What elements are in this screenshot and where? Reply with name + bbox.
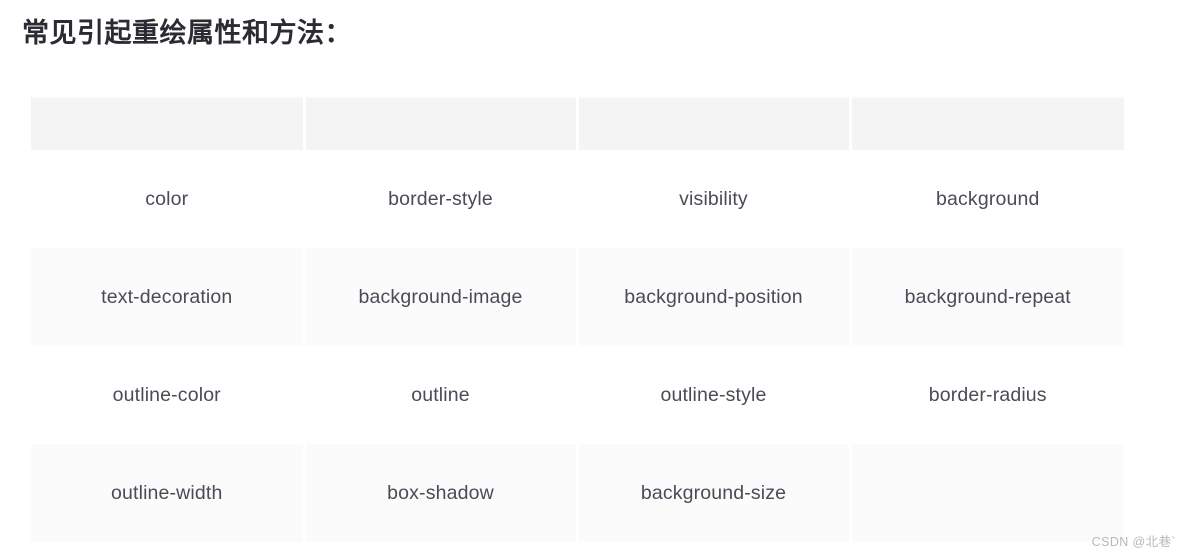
- table-cell: text-decoration: [31, 248, 306, 346]
- repaint-properties-table: color border-style visibility background…: [31, 96, 1124, 542]
- table-cell: [850, 444, 1124, 542]
- table-cell: outline-color: [31, 346, 306, 444]
- table-body: color border-style visibility background…: [31, 150, 1124, 542]
- table-cell: border-style: [304, 150, 579, 248]
- table-cell: outline: [304, 346, 579, 444]
- table-cell: outline-style: [577, 346, 852, 444]
- table-cell: background: [850, 150, 1124, 248]
- table-cell: box-shadow: [304, 444, 579, 542]
- column-header-1: [31, 96, 306, 150]
- column-header-4: [850, 96, 1124, 150]
- page-root: 常见引起重绘属性和方法： color border-style visibili…: [0, 0, 1184, 554]
- table-cell: background-repeat: [850, 248, 1124, 346]
- table-row: text-decoration background-image backgro…: [31, 248, 1124, 346]
- table-header: [31, 96, 1124, 150]
- table-row: color border-style visibility background: [31, 150, 1124, 248]
- table-cell: visibility: [577, 150, 852, 248]
- table-row: outline-color outline outline-style bord…: [31, 346, 1124, 444]
- table-cell: color: [31, 150, 306, 248]
- table-cell: background-image: [304, 248, 579, 346]
- table-row: outline-width box-shadow background-size: [31, 444, 1124, 542]
- table-cell: background-position: [577, 248, 852, 346]
- column-header-2: [304, 96, 579, 150]
- page-title: 常见引起重绘属性和方法：: [22, 18, 352, 48]
- csdn-watermark: CSDN @北巷`: [1091, 535, 1176, 549]
- table-cell: border-radius: [850, 346, 1124, 444]
- table-cell: background-size: [577, 444, 852, 542]
- table-cell: outline-width: [31, 444, 306, 542]
- column-header-3: [577, 96, 852, 150]
- table-header-row: [31, 96, 1124, 150]
- properties-table-container: color border-style visibility background…: [31, 96, 1124, 542]
